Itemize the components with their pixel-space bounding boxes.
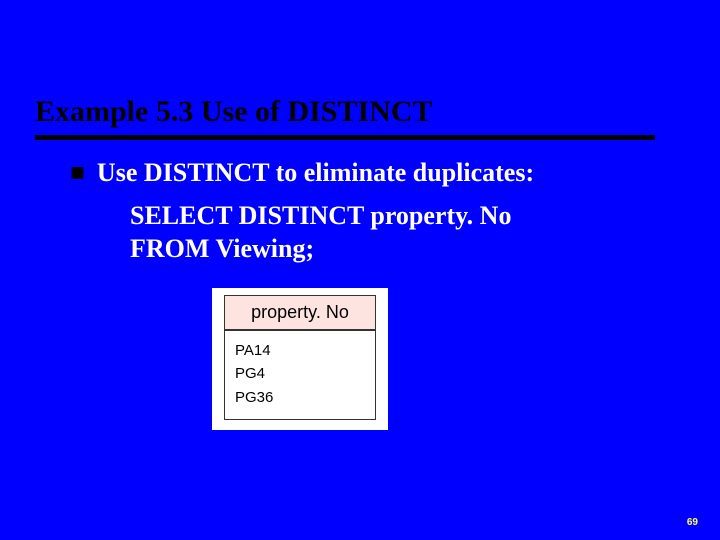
bullet-line: ◆ Use DISTINCT to eliminate duplicates: [70,158,534,188]
sql-code-block: SELECT DISTINCT property. No FROM Viewin… [130,200,511,265]
sql-line-1: SELECT DISTINCT property. No [130,200,511,233]
result-table: property. No PA14 PG4 PG36 [212,288,388,430]
slide: Example 5.3 Use of DISTINCT ◆ Use DISTIN… [0,0,720,540]
result-row: PA14 [235,339,365,362]
slide-title: Example 5.3 Use of DISTINCT [35,95,655,133]
result-row: PG36 [235,386,365,409]
result-row: PG4 [235,362,365,385]
diamond-bullet-icon: ◆ [65,158,93,186]
result-body: PA14 PG4 PG36 [224,330,376,420]
title-block: Example 5.3 Use of DISTINCT [35,95,655,140]
page-number: 69 [687,517,698,528]
result-header: property. No [224,295,376,330]
sql-line-2: FROM Viewing; [130,233,511,266]
bullet-text: Use DISTINCT to eliminate duplicates: [97,158,534,188]
title-underline [35,135,655,140]
